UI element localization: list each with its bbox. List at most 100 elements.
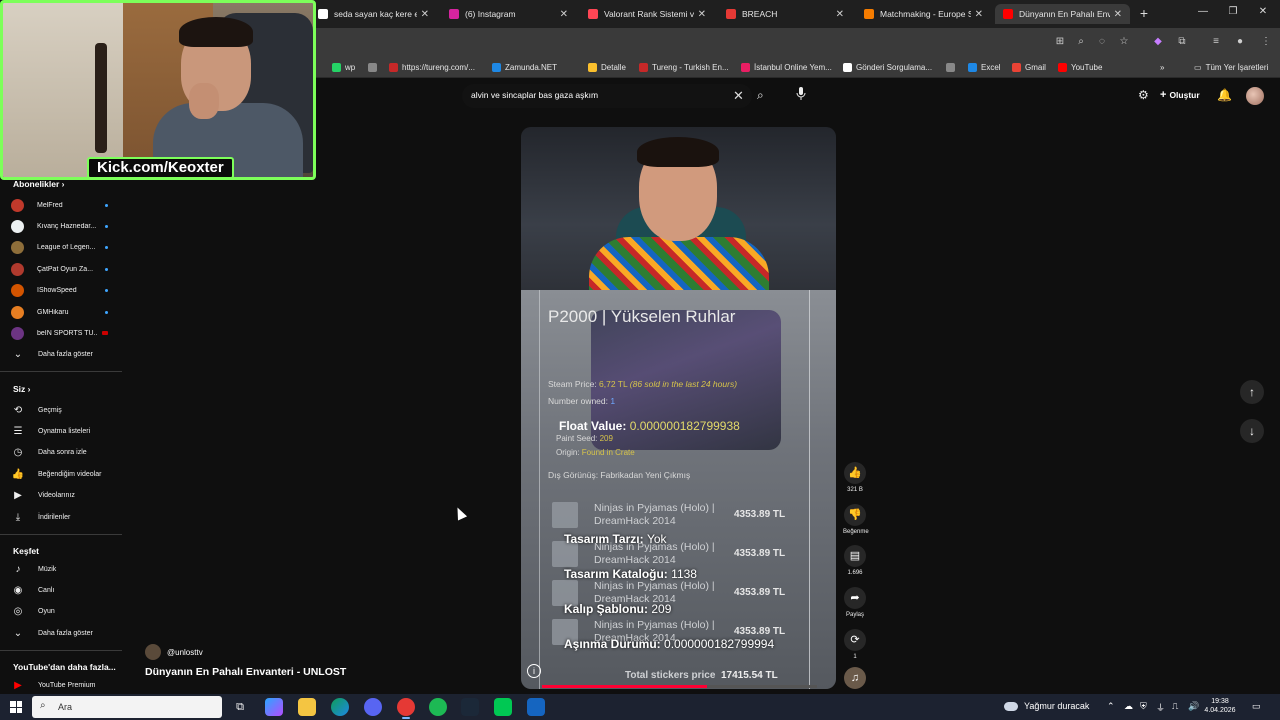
sidebar-item-history[interactable]: ⟲ Geçmiş — [11, 402, 121, 418]
copilot-icon[interactable] — [265, 698, 283, 716]
install-app-icon[interactable]: ⊞ — [1054, 36, 1066, 48]
close-tab-icon[interactable]: ✕ — [421, 9, 429, 20]
voice-search-button[interactable] — [794, 87, 808, 103]
bookmark-item[interactable]: Tureng - Turkish En... — [639, 60, 729, 74]
video-progress-bar[interactable] — [542, 685, 817, 688]
edge-icon[interactable] — [331, 698, 349, 716]
search-input[interactable]: alvin ve sincaplar bas gaza aşkım — [471, 90, 598, 100]
you-header[interactable]: Siz › — [13, 384, 31, 394]
maximize-button[interactable]: ❐ — [1226, 6, 1240, 17]
share-button[interactable]: ➦ Paylaş — [843, 587, 867, 618]
info-icon[interactable]: i — [527, 664, 541, 678]
sidebar-item-download[interactable]: ⤓ İndirilenler — [11, 509, 121, 525]
close-tab-icon[interactable]: ✕ — [975, 9, 983, 20]
sound-avatar[interactable]: ♫ — [843, 667, 867, 689]
sidebar-item-music[interactable]: ♪ Müzik — [11, 561, 121, 577]
tray-usb-icon[interactable]: ⏚ — [1156, 701, 1165, 714]
taskbar-search[interactable]: ⌕ Ara — [32, 696, 222, 718]
bookmark-item[interactable]: Gmail — [1012, 60, 1046, 74]
notification-center-icon[interactable]: ▭ — [1252, 701, 1261, 712]
close-window-button[interactable]: ✕ — [1256, 6, 1270, 17]
minimize-button[interactable]: — — [1196, 6, 1210, 17]
clear-search-icon[interactable]: ✕ — [733, 88, 744, 104]
youtube-search-box[interactable]: alvin ve sincaplar bas gaza aşkım ✕ — [462, 84, 752, 108]
steam-icon[interactable] — [461, 698, 479, 716]
file-explorer-icon[interactable] — [298, 698, 316, 716]
zoom-icon[interactable]: ⌕ — [1075, 36, 1087, 48]
bookmark-item[interactable]: Excel — [968, 60, 1001, 74]
shorts-player[interactable]: P2000 | Yükselen Ruhlar Steam Price: 6,7… — [521, 127, 836, 689]
gear-icon[interactable]: ⚙ — [1138, 88, 1149, 102]
all-bookmarks-button[interactable]: ▭ Tüm Yer İşaretleri — [1194, 60, 1268, 74]
sidebar-item-gaming[interactable]: ◎ Oyun — [11, 604, 121, 620]
bookmark-item[interactable] — [368, 60, 381, 74]
bookmark-item[interactable]: Zamunda.NET — [492, 60, 557, 74]
hide-icon[interactable]: ◌ — [1096, 36, 1108, 48]
sidebar-item-subscription[interactable]: ÇatPat Oyun Za... — [11, 261, 121, 277]
sidebar-item-liked[interactable]: 👍 Beğendiğim videolar — [11, 466, 121, 482]
reading-list-icon[interactable]: ≡ — [1210, 36, 1222, 48]
bookmarks-overflow-icon[interactable]: » — [1160, 60, 1164, 74]
kick-app-icon[interactable] — [494, 698, 512, 716]
discord-icon[interactable] — [364, 698, 382, 716]
tray-security-icon[interactable]: ⛨ — [1140, 701, 1147, 712]
notifications-bell-icon[interactable]: 🔔 — [1217, 88, 1232, 102]
bookmark-item[interactable]: İstanbul Online Yem... — [741, 60, 832, 74]
sidebar-item-subscription[interactable]: MelFred — [11, 197, 121, 213]
browser-tab[interactable]: BREACH ✕ — [718, 4, 852, 24]
subscriptions-header[interactable]: Abonelikler › — [13, 179, 65, 189]
bookmark-item[interactable]: Gönderi Sorgulama... — [843, 60, 932, 74]
new-tab-button[interactable]: + — [1136, 5, 1152, 21]
sidebar-item-playlist[interactable]: ☰ Oynatma listeleri — [11, 423, 121, 439]
tab-active[interactable]: Dünyanın En Pahalı Envanteri ✕ — [995, 4, 1130, 24]
dislike-button[interactable]: 👎 Beğenme — [843, 504, 869, 535]
channel-link[interactable]: @unlosttv — [145, 644, 203, 660]
volume-icon[interactable]: 🔊 — [1188, 701, 1199, 712]
clock[interactable]: 19:38 4.04.2026 — [1204, 697, 1236, 715]
like-button[interactable]: 👍 321 B — [843, 462, 867, 493]
previous-short-button[interactable]: ↑ — [1240, 380, 1264, 404]
browser-menu-icon[interactable]: ⋮ — [1260, 36, 1272, 48]
close-tab-icon[interactable]: ✕ — [836, 9, 844, 20]
sidebar-item-subscription[interactable]: IShowSpeed — [11, 283, 121, 299]
task-view-icon[interactable]: ⧉ — [231, 698, 249, 716]
profile-icon[interactable]: ● — [1234, 36, 1246, 48]
tray-app-icon[interactable]: ☁ — [1124, 701, 1133, 712]
sidebar-item-youtube-premium[interactable]: ▶ YouTube Premium — [11, 677, 121, 693]
extensions-puzzle-icon[interactable]: ⧉ — [1176, 36, 1188, 48]
close-tab-icon[interactable]: ✕ — [1114, 9, 1122, 20]
create-button[interactable]: + Oluştur — [1160, 89, 1200, 101]
sidebar-item-your-videos[interactable]: ▶ Videolarınız — [11, 488, 121, 504]
browser-tab[interactable]: seda sayan kaç kere evlendi ✕ — [310, 4, 437, 24]
show-more-explore[interactable]: ⌄ Daha fazla göster — [11, 625, 121, 641]
browser-tab[interactable]: (6) Instagram ✕ — [441, 4, 576, 24]
spotify-icon[interactable] — [429, 698, 447, 716]
close-tab-icon[interactable]: ✕ — [698, 9, 706, 20]
bookmark-item[interactable]: YouTube — [1058, 60, 1102, 74]
sidebar-item-subscription[interactable]: Kıvanç Haznedar... — [11, 218, 121, 234]
bookmark-star-icon[interactable]: ☆ — [1118, 36, 1130, 48]
next-short-button[interactable]: ↓ — [1240, 419, 1264, 443]
close-tab-icon[interactable]: ✕ — [560, 9, 568, 20]
remix-button[interactable]: ⟳ 1 — [843, 629, 867, 660]
comments-button[interactable]: ▤ 1.696 — [843, 545, 867, 576]
browser-tab[interactable]: Matchmaking - Europe Server ✕ — [856, 4, 991, 24]
extension-icon[interactable]: ◆ — [1152, 36, 1164, 48]
tray-overflow-icon[interactable]: ⌃ — [1107, 701, 1115, 712]
sidebar-item-subscription[interactable]: beIN SPORTS TÜ... — [11, 325, 121, 341]
weather-widget[interactable]: Yağmur duracak — [1004, 701, 1089, 711]
bookmark-item[interactable]: wp — [332, 60, 355, 74]
sidebar-item-subscription[interactable]: GMHikaru — [11, 304, 121, 320]
sidebar-item-live[interactable]: ◉ Canlı — [11, 582, 121, 598]
chrome-icon[interactable] — [397, 698, 415, 719]
browser-tab[interactable]: Valorant Rank Sistemi ve Ligler ✕ — [580, 4, 714, 24]
sidebar-item-subscription[interactable]: League of Legen... — [11, 240, 121, 256]
search-icon[interactable]: ⌕ — [757, 88, 764, 103]
bookmark-item[interactable]: https://tureng.com/... — [389, 60, 475, 74]
account-avatar[interactable] — [1246, 87, 1264, 105]
streaming-app-icon[interactable] — [527, 698, 545, 716]
network-icon[interactable]: ⎍ — [1172, 701, 1178, 712]
show-more-subscriptions[interactable]: ⌄ Daha fazla göster — [11, 346, 121, 362]
bookmark-item[interactable] — [946, 60, 959, 74]
bookmark-item[interactable]: Detalle — [588, 60, 626, 74]
